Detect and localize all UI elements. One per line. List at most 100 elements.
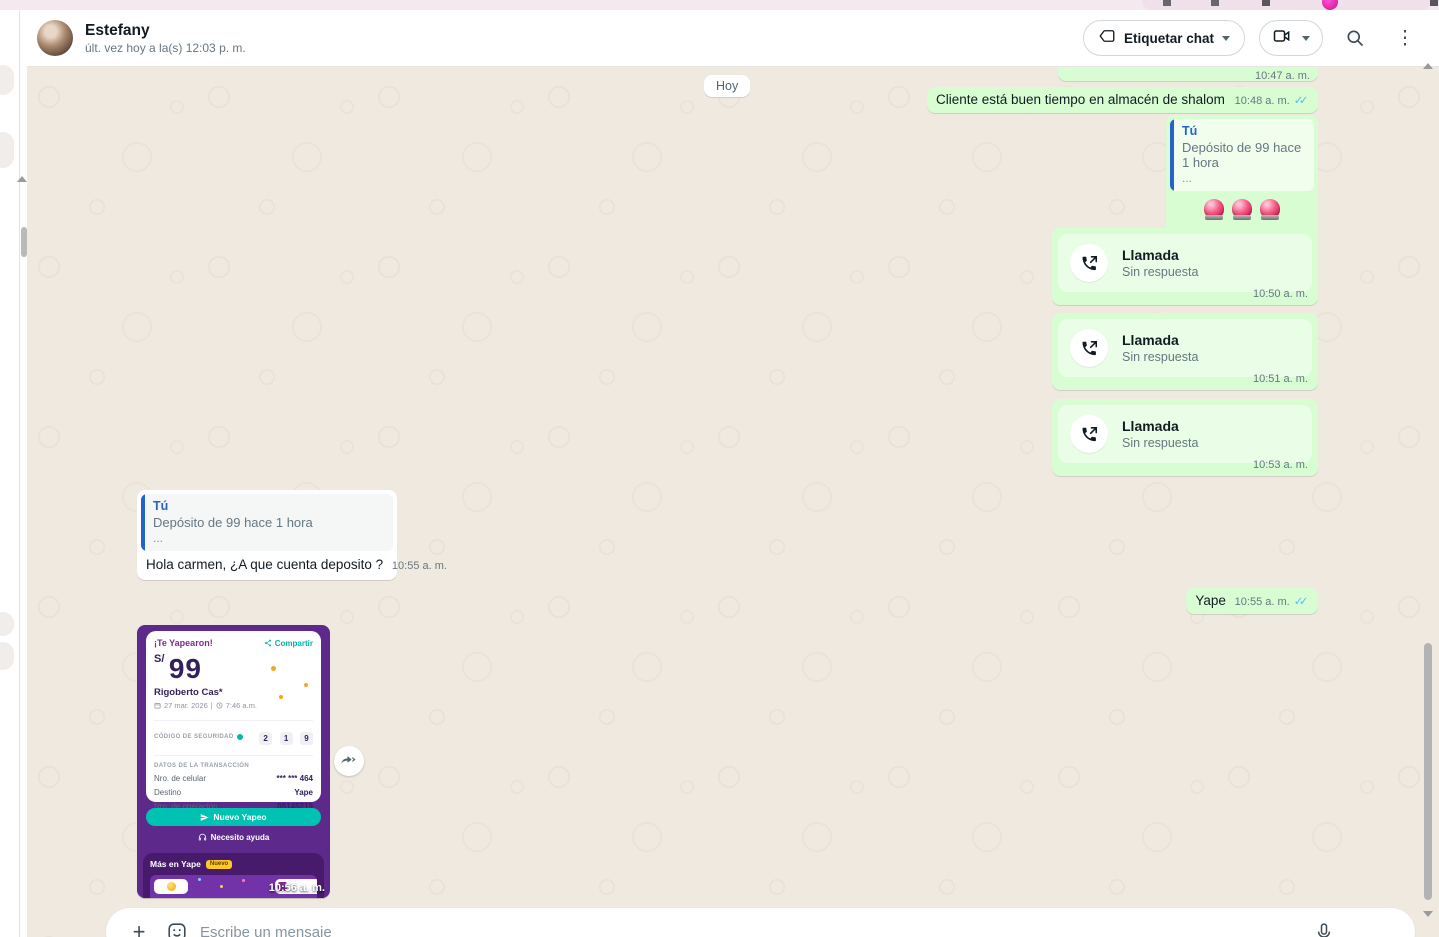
amount: 99	[169, 653, 202, 684]
security-digits: 2 1 9	[256, 728, 313, 746]
search-in-chat-button[interactable]	[1337, 20, 1373, 56]
separator: |	[211, 701, 213, 710]
quote-text: Depósito de 99 hace 1 hora	[1182, 140, 1304, 170]
more-label: Más en Yape	[150, 859, 201, 869]
quote-text: Depósito de 99 hace 1 hora	[153, 515, 313, 530]
yape-title: ¡Te Yapearon!	[154, 638, 213, 648]
messages-scrollbar-thumb[interactable]	[1424, 643, 1432, 900]
call-message-bubble[interactable]: Llamada Sin respuesta 10:53 a. m.	[1052, 399, 1318, 476]
yape-receipt-card: ¡Te Yapearon! Compartir S/ 99 Rigoberto …	[146, 631, 321, 802]
quote-sender: Tú	[1182, 124, 1304, 138]
quoted-message[interactable]: Tú Depósito de 99 hace 1 hora ...	[141, 494, 393, 551]
tag-chat-button[interactable]: Etiquetar chat	[1083, 20, 1245, 56]
emoji-picker-button[interactable]	[162, 917, 192, 937]
message-composer: +	[106, 908, 1415, 937]
share-button: Compartir	[264, 639, 313, 648]
message-input[interactable]	[200, 924, 1301, 937]
call-card[interactable]: Llamada Sin respuesta	[1058, 405, 1312, 463]
clock-icon	[216, 702, 223, 709]
tx-row-value: Yape	[294, 788, 313, 797]
confetti-dot	[271, 666, 276, 671]
rotating-light-emoji	[1260, 199, 1280, 218]
message-bubble-out[interactable]: Cliente está buen tiempo en almacén de s…	[927, 87, 1318, 113]
browser-menu-icon[interactable]	[1430, 0, 1438, 6]
contact-info[interactable]: Estefany últ. vez hoy a la(s) 12:03 p. m…	[85, 21, 1083, 55]
scroll-down-arrow[interactable]	[1423, 911, 1433, 917]
contact-name: Estefany	[85, 21, 1083, 40]
conversation-header: Estefany últ. vez hoy a la(s) 12:03 p. m…	[27, 10, 1439, 67]
kebab-menu-icon: ⋮	[1396, 29, 1415, 48]
read-checks-icon: ✓✓	[1294, 95, 1309, 107]
rotating-light-emoji	[1232, 199, 1252, 218]
scroll-up-arrow[interactable]	[17, 176, 27, 182]
confetti-dot	[279, 695, 283, 699]
call-title: Llamada	[1122, 332, 1198, 348]
chevron-down-icon	[1302, 36, 1310, 41]
message-bubble-reply-out[interactable]: Tú Depósito de 99 hace 1 hora ... 🚨🚨🚨 10…	[1166, 115, 1318, 246]
message-bubble-partial[interactable]: 10:47 a. m.	[1058, 67, 1318, 81]
recipient-name: Rigoberto Cas*	[154, 687, 313, 698]
extensions-icon[interactable]	[1262, 0, 1270, 6]
tx-row-label: Destino	[154, 788, 181, 797]
chat-list-item[interactable]	[0, 132, 14, 168]
quote-sender: Tú	[153, 499, 313, 513]
security-dot	[237, 734, 243, 740]
security-code-label: CÓDIGO DE SEGURIDAD	[154, 734, 234, 740]
send-icon	[200, 813, 209, 822]
video-call-button[interactable]	[1259, 20, 1323, 56]
plus-icon: +	[133, 921, 146, 937]
receipt-time: 7:46 a.m.	[226, 701, 257, 710]
message-bubble-reply-in[interactable]: Tú Depósito de 99 hace 1 hora ... Hola c…	[137, 490, 397, 580]
message-time: 10:47 a. m.	[1255, 70, 1310, 82]
headset-icon	[198, 833, 207, 842]
coin-icon	[167, 882, 176, 891]
attach-button[interactable]: +	[124, 917, 154, 937]
message-time: 10:55 a. m.	[1235, 596, 1290, 608]
receipt-date: 27 mar. 2026	[164, 701, 208, 710]
chat-list-item[interactable]	[0, 65, 14, 95]
header-actions: Etiquetar chat ⋮	[1083, 20, 1423, 56]
call-subtitle: Sin respuesta	[1122, 436, 1198, 450]
tag-icon	[1098, 27, 1116, 50]
call-message-bubble[interactable]: Llamada Sin respuesta 10:51 a. m.	[1052, 313, 1318, 390]
call-card[interactable]: Llamada Sin respuesta	[1058, 319, 1312, 377]
browser-icon[interactable]	[1163, 0, 1171, 6]
video-camera-icon	[1272, 26, 1292, 51]
contact-avatar[interactable]	[37, 20, 73, 56]
message-bubble-out[interactable]: Yape 10:55 a. m.✓✓	[1186, 588, 1318, 614]
read-checks-icon: ✓✓	[1294, 596, 1309, 608]
scroll-up-arrow[interactable]	[1423, 63, 1433, 69]
message-time: 10:51 a. m.	[1253, 373, 1308, 385]
call-subtitle: Sin respuesta	[1122, 350, 1198, 364]
share-label: Compartir	[275, 639, 313, 648]
chat-list-scroll-gutter	[21, 10, 27, 937]
help-label: Necesito ayuda	[211, 833, 270, 842]
image-message-yape-receipt[interactable]: ¡Te Yapearon! Compartir S/ 99 Rigoberto …	[137, 625, 330, 898]
chat-list-panel-edge	[0, 10, 20, 937]
chat-list-item[interactable]	[0, 612, 14, 636]
sticker-smiley-icon	[166, 921, 188, 937]
security-digit: 1	[280, 732, 293, 745]
rotating-light-emoji-row: 🚨🚨🚨	[1170, 191, 1314, 223]
nuevo-yapeo-button: Nuevo Yapeo	[146, 808, 321, 826]
message-text: Cliente está buen tiempo en almacén de s…	[936, 92, 1225, 107]
outgoing-call-icon	[1070, 244, 1108, 282]
browser-icon[interactable]	[1211, 0, 1219, 6]
message-time: 10:55 a. m.	[392, 560, 447, 572]
microphone-icon	[1314, 922, 1334, 937]
call-card[interactable]: Llamada Sin respuesta	[1058, 234, 1312, 292]
chat-list-scrollbar-thumb[interactable]	[21, 227, 27, 257]
nuevo-yapeo-label: Nuevo Yapeo	[213, 812, 266, 822]
security-digit: 2	[259, 732, 272, 745]
chat-list-item[interactable]	[0, 642, 14, 670]
quote-ellipsis: ...	[153, 531, 313, 545]
call-message-bubble[interactable]: Llamada Sin respuesta 10:50 a. m.	[1052, 228, 1318, 305]
help-link: Necesito ayuda	[137, 833, 330, 842]
whatsapp-web-window: Estefany últ. vez hoy a la(s) 12:03 p. m…	[0, 0, 1439, 937]
forward-message-button[interactable]	[334, 746, 364, 776]
confetti-dot	[304, 683, 308, 687]
quoted-message[interactable]: Tú Depósito de 99 hace 1 hora ...	[1170, 119, 1314, 191]
voice-record-button[interactable]	[1309, 917, 1339, 937]
chat-menu-button[interactable]: ⋮	[1387, 20, 1423, 56]
emoji-text: 🚨🚨🚨	[1282, 199, 1283, 200]
